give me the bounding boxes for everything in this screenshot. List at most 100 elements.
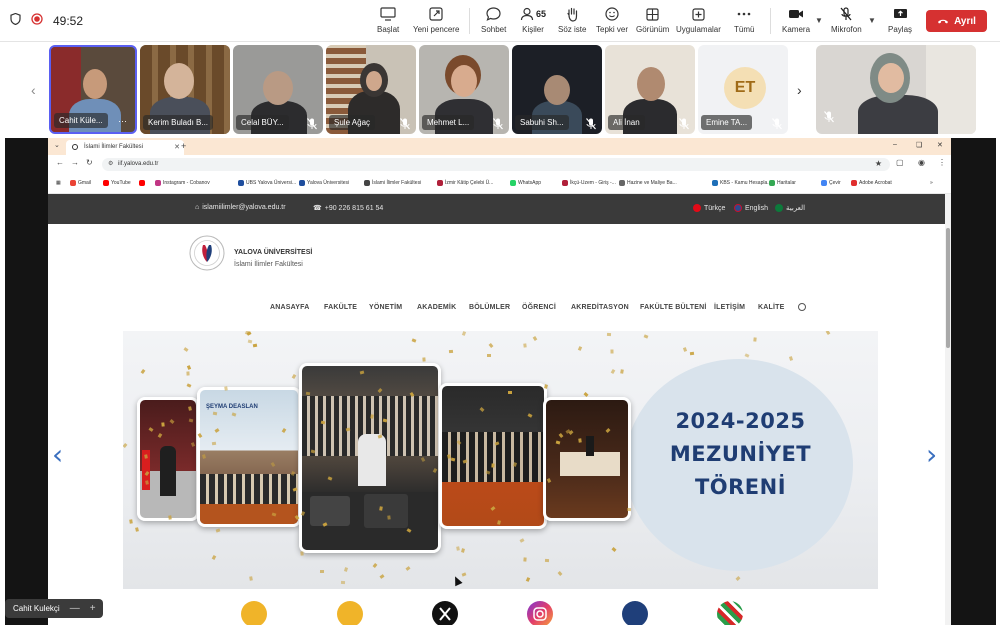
- university-seal-logo[interactable]: [188, 232, 226, 274]
- participant-tile[interactable]: Kerim Buladı B...: [140, 45, 230, 134]
- bookmark-item[interactable]: WhatsApp: [510, 180, 541, 186]
- reload-icon[interactable]: ↻: [86, 158, 93, 167]
- menu-item-akademik[interactable]: AKADEMİK: [417, 304, 456, 311]
- close-icon[interactable]: ✕: [174, 143, 180, 151]
- bookmark-item[interactable]: Çevir: [821, 180, 841, 186]
- social-icon-1[interactable]: [241, 601, 267, 625]
- forward-arrow-icon[interactable]: →: [71, 158, 79, 167]
- menu-item-fakulte[interactable]: FAKÜLTE: [324, 304, 357, 311]
- bookmark-item[interactable]: Gmail: [70, 180, 91, 186]
- tab-list-chevron-icon[interactable]: ⌄: [54, 141, 60, 149]
- bookmark-item[interactable]: Adobe Acrobat: [851, 180, 892, 186]
- extensions-icon[interactable]: ▢: [896, 158, 904, 167]
- bookmark-item[interactable]: UBS Yalova Üniversi...: [238, 180, 296, 186]
- more-dots-icon[interactable]: ···: [118, 116, 127, 126]
- raise-hand-button[interactable]: Söz iste: [558, 6, 586, 38]
- shield-icon[interactable]: [10, 12, 21, 30]
- bookmark-label: UBS Yalova Üniversi...: [246, 180, 297, 186]
- bookmark-item[interactable]: Haritalar: [769, 180, 796, 186]
- back-arrow-icon[interactable]: ←: [56, 158, 64, 167]
- leave-button[interactable]: Ayrıl: [926, 10, 987, 32]
- participant-tile[interactable]: Şule Ağaç: [326, 45, 416, 134]
- site-phone[interactable]: ☎ +90 226 815 61 54: [313, 204, 383, 213]
- confetti-piece: [460, 548, 465, 553]
- menu-item-yonetim[interactable]: YÖNETİM: [369, 304, 402, 311]
- bookmark-item[interactable]: İzmir Kâtip Çelebi Ü...: [437, 180, 493, 186]
- strip-next-chevron-icon[interactable]: ›: [797, 82, 802, 98]
- menu-item-ogrenci[interactable]: ÖĞRENCİ: [522, 304, 556, 311]
- lang-turkish[interactable]: Türkçe: [693, 204, 725, 212]
- new-window-button[interactable]: Yeni pencere: [413, 6, 459, 38]
- bookmark-item[interactable]: Yalova Üniversitesi: [299, 180, 349, 186]
- bookmark-item[interactable]: [139, 180, 147, 186]
- social-icon-6[interactable]: [717, 601, 743, 625]
- window-close-icon[interactable]: ✕: [937, 141, 943, 149]
- people-button[interactable]: 65 Kişiler: [520, 6, 546, 38]
- minimize-icon[interactable]: –: [893, 141, 897, 148]
- participant-tile[interactable]: Sabuhi Sh...: [512, 45, 602, 134]
- slider-prev-chevron-icon[interactable]: ‹: [52, 438, 63, 471]
- lang-arabic[interactable]: العربية: [775, 204, 805, 212]
- address-bar[interactable]: ⚙ iif.yalova.edu.tr ★: [102, 158, 890, 171]
- participant-tile[interactable]: ET Emine TA...: [698, 45, 788, 134]
- confetti-piece: [345, 427, 351, 432]
- x-twitter-icon[interactable]: [432, 601, 458, 625]
- bookmarks-overflow-icon[interactable]: »: [930, 180, 933, 186]
- profile-icon[interactable]: ◉: [918, 158, 925, 167]
- people-label: Kişiler: [522, 25, 544, 34]
- menu-item-bolumler[interactable]: BÖLÜMLER: [469, 304, 510, 311]
- menu-item-kalite[interactable]: KALİTE: [758, 304, 784, 311]
- bookmark-favicon-icon: [562, 180, 568, 186]
- menu-item-iletisim[interactable]: İLETİŞİM: [714, 304, 745, 311]
- participant-tile[interactable]: Ali İnan: [605, 45, 695, 134]
- bookmark-item[interactable]: YouTube: [103, 180, 131, 186]
- site-email[interactable]: ⌂ islamiilimler@yalova.edu.tr: [195, 204, 286, 211]
- participant-tile[interactable]: Celal BÜY...: [233, 45, 323, 134]
- new-tab-plus-icon[interactable]: +: [181, 141, 186, 151]
- restore-icon[interactable]: ❏: [916, 141, 922, 149]
- confetti-piece: [643, 333, 649, 339]
- lang-english[interactable]: English: [734, 204, 768, 212]
- bookmark-star-icon[interactable]: ★: [875, 159, 882, 168]
- confetti-piece: [744, 353, 750, 359]
- confetti-piece: [253, 343, 258, 347]
- menu-item-akreditasyon[interactable]: AKREDİTASYON: [571, 304, 629, 311]
- mic-chevron-down-icon[interactable]: ▼: [868, 16, 876, 25]
- apps-grid-icon[interactable]: ▦: [56, 180, 61, 186]
- react-button[interactable]: Tepki ver: [596, 6, 628, 38]
- site-info-icon[interactable]: ⚙: [108, 160, 113, 167]
- apps-button[interactable]: Uygulamalar: [676, 6, 721, 38]
- bookmark-item[interactable]: Hazine ve Maliye Ba...: [619, 180, 677, 186]
- social-icon-5[interactable]: [622, 601, 648, 625]
- bookmark-item[interactable]: Instagram - Cobanov: [155, 180, 210, 186]
- participant-name: Emine TA...: [701, 115, 753, 130]
- start-button[interactable]: Başlat: [377, 6, 399, 38]
- expand-plus-icon[interactable]: +: [90, 603, 96, 614]
- slider-next-chevron-icon[interactable]: ›: [926, 438, 937, 471]
- search-icon[interactable]: [798, 303, 806, 311]
- more-button[interactable]: Tümü: [734, 6, 754, 38]
- mic-button[interactable]: Mikrofon: [831, 6, 862, 38]
- minimize-icon[interactable]: —: [70, 603, 80, 614]
- bookmark-item[interactable]: KBS - Kamu Hesapla...: [712, 180, 771, 186]
- view-button[interactable]: Görünüm: [636, 6, 669, 38]
- page-scrollbar-thumb[interactable]: [946, 228, 950, 348]
- participant-tile[interactable]: Cahit Küle... ···: [49, 45, 137, 134]
- browser-menu-icon[interactable]: ⋮: [938, 158, 946, 167]
- menu-item-fakulte-bulteni[interactable]: FAKÜLTE BÜLTENİ: [640, 304, 707, 311]
- share-button[interactable]: Paylaş: [888, 6, 912, 38]
- camera-chevron-down-icon[interactable]: ▼: [815, 16, 823, 25]
- camera-button[interactable]: Kamera: [782, 6, 810, 38]
- chat-button[interactable]: Sohbet: [481, 6, 506, 38]
- social-icon-2[interactable]: [337, 601, 363, 625]
- browser-tab[interactable]: İslami İlimler Fakültesi ✕: [66, 140, 184, 155]
- strip-prev-chevron-icon[interactable]: ‹: [31, 82, 36, 98]
- participant-tile[interactable]: Mehmet L...: [419, 45, 509, 134]
- participant-tile[interactable]: [816, 45, 976, 134]
- bookmark-item[interactable]: İslami İlimler Fakültesi: [364, 180, 421, 186]
- menu-item-anasayfa[interactable]: ANASAYFA: [270, 304, 309, 311]
- bookmark-favicon-icon: [851, 180, 857, 186]
- self-view-pill[interactable]: Cahit Kulekçi — +: [5, 599, 103, 618]
- instagram-icon[interactable]: [527, 601, 553, 625]
- bookmark-item[interactable]: İkçü-Uzem - Giriş -...: [562, 180, 616, 186]
